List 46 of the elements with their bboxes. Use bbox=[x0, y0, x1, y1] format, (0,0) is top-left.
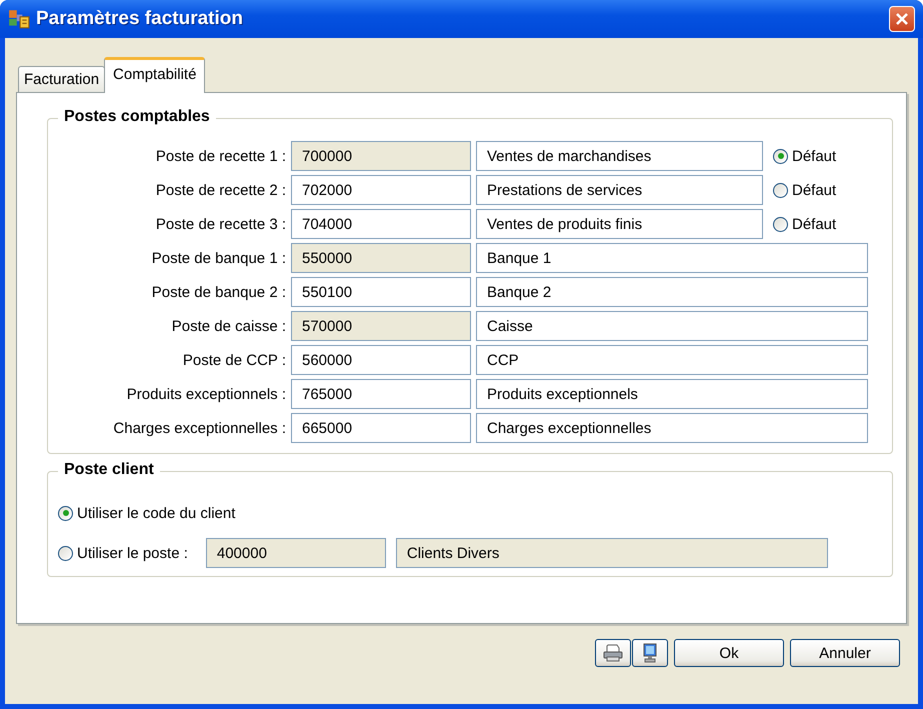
monitor-icon bbox=[642, 643, 658, 663]
field-label: Poste de recette 1 : bbox=[154, 148, 286, 164]
account-code-field[interactable]: 704000 bbox=[291, 209, 471, 239]
radio-label: Défaut bbox=[792, 148, 836, 164]
account-name-field[interactable]: Ventes de marchandises bbox=[476, 141, 763, 171]
account-name-field[interactable]: Caisse bbox=[476, 311, 868, 341]
field-label: Poste de banque 1 : bbox=[150, 250, 286, 266]
account-name-field[interactable]: Banque 1 bbox=[476, 243, 868, 273]
dialog-button[interactable]: Annuler bbox=[790, 639, 900, 667]
printer-icon bbox=[603, 644, 623, 662]
radio-label: Défaut bbox=[792, 182, 836, 198]
dialog-button[interactable]: Ok bbox=[674, 639, 784, 667]
radio-button[interactable] bbox=[773, 182, 788, 198]
account-name-field[interactable]: Charges exceptionnelles bbox=[476, 413, 868, 443]
radio-label: Utiliser le poste : bbox=[77, 544, 188, 562]
account-code-field[interactable]: 702000 bbox=[291, 175, 471, 205]
radio-button[interactable] bbox=[58, 506, 73, 520]
app-icon bbox=[8, 8, 30, 30]
account-code-field[interactable]: 665000 bbox=[291, 413, 471, 443]
monitor-button[interactable] bbox=[632, 639, 668, 667]
tab[interactable]: Comptabilité bbox=[104, 57, 206, 93]
radio-button[interactable] bbox=[773, 216, 788, 232]
group-title: Postes comptables bbox=[58, 108, 216, 126]
close-button[interactable] bbox=[889, 6, 915, 32]
account-name-field[interactable]: Ventes de produits finis bbox=[476, 209, 763, 239]
radio-button[interactable] bbox=[773, 148, 788, 164]
account-code-field[interactable]: 550100 bbox=[291, 277, 471, 307]
field-label: Charges exceptionnelles : bbox=[112, 420, 286, 436]
printer-button[interactable] bbox=[595, 639, 631, 667]
close-icon bbox=[895, 12, 909, 26]
tab[interactable]: Facturation bbox=[18, 66, 106, 92]
field-label: Poste de banque 2 : bbox=[150, 284, 286, 300]
radio-label: Défaut bbox=[792, 216, 836, 232]
account-name-field[interactable]: Produits exceptionnels bbox=[476, 379, 868, 409]
field-label: Poste de recette 3 : bbox=[154, 216, 286, 232]
account-code-field[interactable]: 765000 bbox=[291, 379, 471, 409]
field-label: Poste de recette 2 : bbox=[154, 182, 286, 198]
window-title: Paramètres facturation bbox=[36, 8, 244, 30]
account-name-field[interactable]: Banque 2 bbox=[476, 277, 868, 307]
radio-label: Utiliser le code du client bbox=[77, 504, 236, 522]
field-label: Produits exceptionnels : bbox=[126, 386, 286, 402]
account-name-field[interactable]: Prestations de services bbox=[476, 175, 763, 205]
account-code-field[interactable]: 560000 bbox=[291, 345, 471, 375]
field-label: Poste de caisse : bbox=[170, 318, 286, 334]
account-name-field[interactable]: CCP bbox=[476, 345, 868, 375]
field-label: Poste de CCP : bbox=[182, 352, 286, 368]
